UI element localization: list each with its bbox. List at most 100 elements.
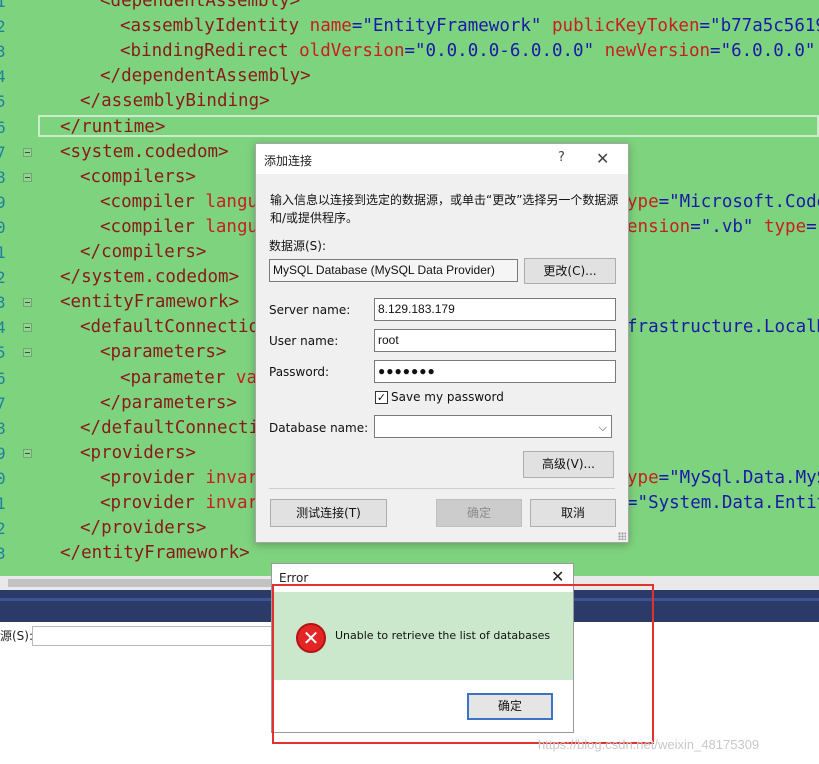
cancel-button[interactable]: 取消 — [530, 499, 616, 527]
code-text: <providers> — [80, 441, 196, 466]
code-token: invar — [205, 493, 259, 513]
code-token: </runtime> — [60, 116, 166, 137]
password-input[interactable]: ●●●●●●● — [374, 360, 616, 383]
code-line-fragment[interactable]: ension=".vb" type=" — [627, 215, 819, 240]
line-number: 2 — [0, 17, 6, 37]
line-number: 7 — [0, 393, 6, 413]
dialog-titlebar[interactable]: 添加连接 ? ✕ — [256, 144, 628, 174]
code-line-fragment[interactable]: ="System.Data.Entit — [627, 491, 819, 516]
line-number: 5 — [0, 92, 6, 112]
code-token: oldVersion — [299, 41, 405, 62]
code-token: <system.codedom> — [60, 141, 229, 162]
code-token: ="6.0.0.0" /> — [710, 41, 816, 62]
code-token: publicKeyToken — [552, 16, 700, 37]
watermark: https://blog.csdn.net/weixin_48175309 — [538, 737, 760, 752]
advanced-button[interactable]: 高级(V)... — [523, 451, 614, 478]
line-number: 3 — [0, 42, 6, 62]
scrollbar-thumb[interactable] — [8, 579, 288, 587]
line-number: 3 — [0, 293, 6, 313]
server-name-input[interactable]: 8.129.183.179 — [374, 298, 616, 321]
line-number: 9 — [0, 192, 6, 212]
code-line-fragment[interactable]: frastructure.LocalDb — [627, 315, 819, 340]
code-token: ype — [627, 191, 659, 212]
close-icon[interactable]: ✕ — [596, 149, 609, 168]
save-password-label[interactable]: Save my password — [391, 390, 504, 404]
code-token: <compilers> — [80, 166, 196, 187]
line-number: 8 — [0, 418, 6, 438]
code-line[interactable]: 1 <dependentAssembly> — [0, 0, 819, 14]
code-text: </defaultConnecti — [80, 416, 259, 441]
code-text: <entityFramework> — [60, 290, 239, 315]
code-token: </dependentAssembly> — [100, 66, 311, 87]
code-text: </runtime> — [60, 115, 165, 140]
line-number: 1 — [0, 0, 6, 11]
code-text: </assemblyBinding> — [80, 89, 270, 114]
line-number: 2 — [0, 519, 6, 539]
code-line[interactable]: 2 <assemblyIdentity name="EntityFramework… — [0, 14, 819, 39]
collapse-toggle-icon[interactable] — [23, 147, 32, 157]
chevron-down-icon[interactable]: ⌵ — [599, 418, 607, 439]
line-number: 4 — [0, 67, 6, 87]
code-text: <dependentAssembly> — [100, 0, 300, 14]
code-token: va — [235, 367, 257, 388]
password-label: Password: — [269, 365, 330, 379]
ok-button[interactable]: 确定 — [436, 499, 522, 527]
code-token: </defaultConnecti — [80, 417, 260, 438]
code-line[interactable]: 6 </runtime> — [0, 115, 819, 140]
code-token: <entityFramework> — [60, 292, 240, 313]
collapse-toggle-icon[interactable] — [23, 448, 32, 458]
line-number: 0 — [0, 217, 6, 237]
add-connection-dialog: 添加连接 ? ✕ 输入信息以连接到选定的数据源，或单击“更改”选择另一个数据源和… — [255, 143, 629, 543]
code-token: ="EntityFramework" — [351, 16, 552, 37]
code-line[interactable]: 3 <bindingRedirect oldVersion="0.0.0.0-6.… — [0, 39, 819, 64]
dialog-description: 输入信息以连接到选定的数据源，或单击“更改”选择另一个数据源和/或提供程序。 — [270, 193, 619, 225]
resize-grip[interactable] — [618, 532, 626, 540]
code-token: langu — [205, 216, 259, 237]
code-text: <defaultConnection — [80, 315, 270, 340]
collapse-toggle-icon[interactable] — [23, 298, 32, 308]
line-number: 0 — [0, 468, 6, 488]
database-name-select[interactable]: ⌵ — [374, 415, 612, 438]
line-number: 9 — [0, 443, 6, 463]
user-name-input[interactable]: root — [374, 329, 616, 352]
code-text: <provider invar — [100, 466, 258, 491]
code-line[interactable]: 4 </dependentAssembly> — [0, 64, 819, 89]
code-line-fragment[interactable]: ype="MySql.Data.MySql — [627, 466, 819, 491]
code-token: ="Microsoft.CodeD — [658, 191, 819, 212]
code-token: =" — [806, 216, 819, 237]
code-text: <provider invar — [100, 491, 258, 516]
collapse-toggle-icon[interactable] — [23, 348, 32, 358]
collapse-toggle-icon[interactable] — [23, 323, 32, 333]
line-number: 3 — [0, 544, 6, 564]
code-token: <provider — [100, 493, 206, 513]
code-line-fragment[interactable]: ype="Microsoft.CodeD — [627, 190, 819, 215]
code-token: name — [309, 16, 352, 37]
code-token: ="0.0.0.0-6.0.0.0" — [404, 41, 605, 62]
change-button[interactable]: 更改(C)... — [524, 258, 616, 284]
database-name-label: Database name: — [269, 421, 369, 435]
source-label: 源(S): — [0, 629, 34, 643]
code-token: <bindingRedirect — [120, 41, 300, 62]
line-number: 6 — [0, 368, 6, 388]
code-line[interactable]: 5 </assemblyBinding> — [0, 89, 819, 114]
code-text: <system.codedom> — [60, 140, 229, 165]
code-token: ension — [627, 216, 691, 237]
save-password-checkbox[interactable]: ✓ — [375, 391, 388, 404]
line-number: 8 — [0, 167, 6, 187]
code-text: <bindingRedirect oldVersion="0.0.0.0-6.0… — [120, 39, 819, 64]
code-token: =".vb" — [690, 216, 764, 237]
code-token: </parameters> — [100, 392, 237, 413]
code-text: </parameters> — [100, 391, 237, 416]
code-token: ="MySql.Data.MySql — [658, 467, 819, 488]
code-token: frastructure.LocalDb — [627, 317, 819, 338]
help-icon[interactable]: ? — [558, 150, 565, 165]
code-text: <parameter va — [120, 366, 257, 391]
code-text: <compilers> — [80, 165, 196, 190]
code-token: <compiler — [100, 191, 206, 212]
test-connection-button[interactable]: 测试连接(T) — [270, 499, 387, 527]
code-token: </compilers> — [80, 242, 207, 262]
source-input[interactable] — [32, 626, 294, 646]
collapse-toggle-icon[interactable] — [23, 172, 32, 182]
dialog-separator — [269, 488, 615, 489]
code-token: <parameter — [120, 367, 236, 388]
